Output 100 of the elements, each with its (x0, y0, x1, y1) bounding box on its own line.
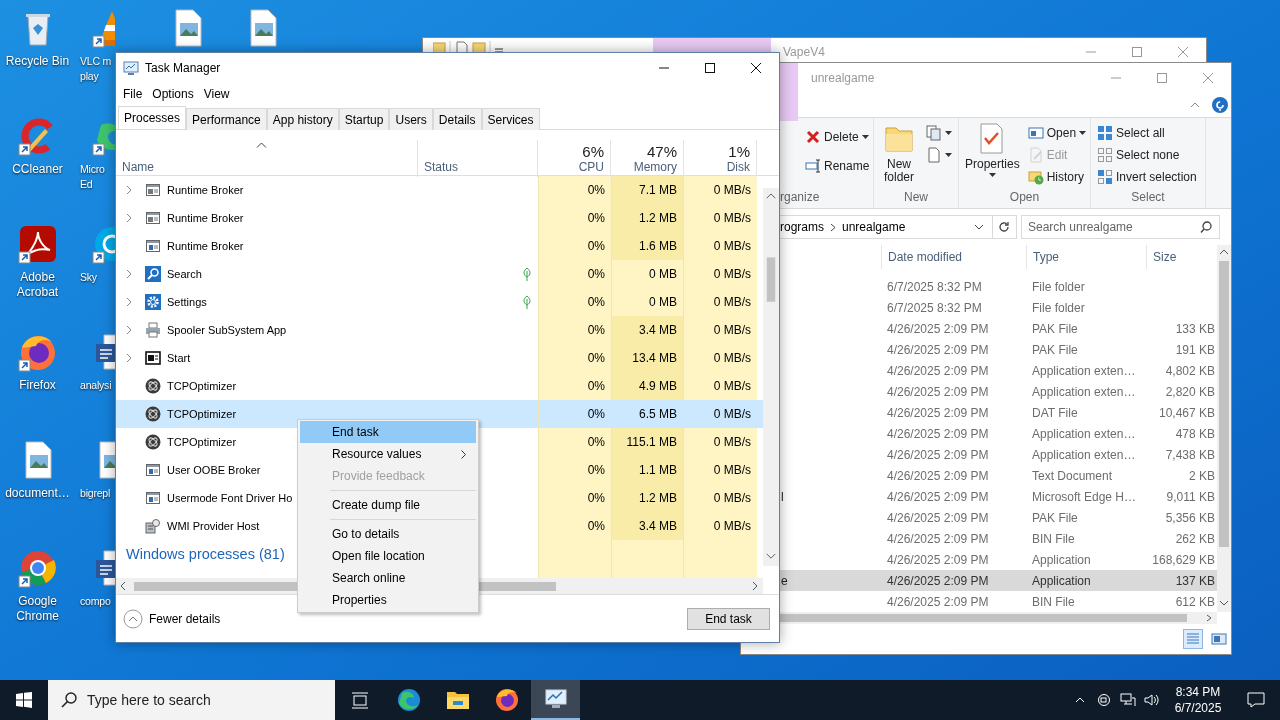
ribbon-button[interactable]: Properties (963, 122, 1022, 179)
table-cell: 0% (538, 260, 611, 288)
table-cell-text: Application (1031, 573, 1092, 588)
end-task-button[interactable]: End task (687, 607, 770, 630)
table-cell-text: Microsoft Edge H… (1031, 489, 1138, 504)
file-row[interactable]: 6/7/2025 8:32 PM File folder (780, 297, 1217, 318)
table-cell-text: 4/26/2025 2:09 PM (886, 573, 990, 588)
tab[interactable]: Performance (186, 108, 267, 130)
window-title: unrealgame (811, 71, 875, 85)
file-row[interactable]: 4/26/2025 2:09 PM BIN File 612 KB (780, 591, 1217, 612)
menu-item[interactable]: Open file location (300, 545, 476, 567)
column-header[interactable]: Name (122, 160, 411, 174)
table-cell: 0 MB/s (684, 176, 757, 204)
usage-percent: 47% (646, 143, 677, 160)
column-header[interactable]: Date modified (881, 245, 1026, 269)
fewer-details-link[interactable]: Fewer details (123, 608, 221, 629)
table-cell: 0% (538, 344, 611, 372)
table-cell: 0% (538, 204, 611, 232)
file-row[interactable]: 4/26/2025 2:09 PM Application exten… 7,438 KB (780, 444, 1217, 465)
table-cell: 0% (538, 176, 611, 204)
ribbon-button[interactable]: Open (1025, 122, 1089, 144)
menu-item[interactable]: Search online (300, 567, 476, 589)
table-cell: 0% (538, 232, 611, 260)
table-cell-text: 4/26/2025 2:09 PM (886, 384, 990, 399)
table-cell: 0 MB/s (684, 456, 757, 484)
file-row[interactable]: 4/26/2025 2:09 PM DAT File 10,467 KB (780, 402, 1217, 423)
table-cell: 133 KB (1175, 321, 1215, 336)
table-cell: 0 MB/s (684, 232, 757, 260)
file-row[interactable]: 4/26/2025 2:09 PM PAK File 5,356 KB (780, 507, 1217, 528)
file-row[interactable]: e 4/26/2025 2:09 PM Application 137 KB (780, 570, 1217, 591)
memory-cell: 115.1 MB (611, 428, 684, 456)
tab[interactable]: App history (266, 108, 339, 130)
table-cell-text: 4/26/2025 2:09 PM (886, 552, 990, 567)
ribbon-button[interactable]: New folder (878, 122, 920, 186)
table-cell: 478 KB (1175, 426, 1215, 441)
menu-item[interactable]: End task (300, 421, 476, 443)
menu-item[interactable]: Resource values (300, 443, 476, 465)
search-field[interactable]: Search unrealgame (1021, 215, 1220, 239)
column-header[interactable]: Status (424, 160, 531, 174)
memory-cell: 7.1 MB (611, 176, 684, 204)
file-row[interactable]: 4/26/2025 2:09 PM Application exten… 4,802 KB (780, 360, 1217, 381)
ribbon-button[interactable]: Select all (1095, 122, 1199, 144)
memory-cell: 1.1 MB (611, 456, 684, 484)
table-cell: 0% (538, 428, 611, 456)
table-cell-text: Application exten… (1031, 384, 1137, 399)
file-row[interactable]: 4/26/2025 2:09 PM PAK File 133 KB (780, 318, 1217, 339)
file-row[interactable]: 4/26/2025 2:09 PM Application exten… 478 KB (780, 423, 1217, 444)
tab[interactable]: Processes (118, 106, 187, 129)
table-cell-text: PAK File (1031, 342, 1079, 357)
file-name: e (781, 573, 788, 588)
tab[interactable]: Startup (338, 108, 390, 130)
table-cell: 0% (538, 456, 611, 484)
process-row[interactable]: TCPOptimizer 0% 6.5 MB 0 MB/s (116, 400, 763, 428)
group-header[interactable]: Windows processes (81) (126, 546, 285, 562)
ribbon-button[interactable]: History (1025, 166, 1089, 188)
table-cell: 0% (538, 316, 611, 344)
tab[interactable]: Services (481, 108, 540, 130)
process-name: Runtime Broker (167, 184, 244, 196)
clock[interactable]: 8:34 PM 6/7/2025 (1164, 684, 1232, 716)
file-row[interactable]: 4/26/2025 2:09 PM PAK File 191 KB (780, 339, 1217, 360)
file-row[interactable]: 4/26/2025 2:09 PM BIN File 262 KB (780, 528, 1217, 549)
table-cell-text: PAK File (1031, 321, 1079, 336)
memory-cell: 1.6 MB (611, 232, 684, 260)
column-header[interactable]: CPU (578, 160, 604, 174)
breadcrumb[interactable]: unrealgame (842, 220, 906, 234)
column-header[interactable]: Memory (633, 160, 677, 174)
menu-item[interactable]: Properties (300, 589, 476, 611)
breadcrumb[interactable]: rograms (780, 220, 824, 234)
menu-item[interactable]: File (118, 87, 148, 101)
ribbon-group-label: Select (1130, 189, 1166, 206)
ribbon-button[interactable]: Rename (803, 151, 872, 180)
process-name: TCPOptimizer (167, 408, 237, 420)
table-cell-text: Application exten… (1031, 447, 1137, 462)
table-cell: 2,820 KB (1165, 384, 1215, 399)
file-row[interactable]: l 4/26/2025 2:09 PM Microsoft Edge H… 9,011 KB (780, 486, 1217, 507)
table-cell: 4,802 KB (1165, 363, 1215, 378)
process-name: Runtime Broker (167, 240, 244, 252)
tab[interactable]: Users (389, 108, 433, 130)
ribbon-button[interactable]: Invert selection (1095, 166, 1199, 188)
menu-item[interactable]: Go to details (300, 523, 476, 545)
file-row[interactable]: 6/7/2025 8:32 PM File folder (780, 276, 1217, 297)
file-row[interactable]: 4/26/2025 2:09 PM Application 168,629 KB (780, 549, 1217, 570)
ribbon-button[interactable]: Delete (803, 122, 872, 151)
menu-item[interactable]: View (198, 87, 235, 101)
file-row[interactable]: 4/26/2025 2:09 PM Text Document 2 KB (780, 465, 1217, 486)
tab[interactable]: Details (432, 108, 482, 130)
search-field[interactable]: Type here to search (48, 680, 335, 720)
table-cell-text: Text Document (1031, 468, 1114, 483)
column-header[interactable]: Type (1026, 245, 1146, 269)
file-row[interactable]: 4/26/2025 2:09 PM Application exten… 2,820 KB (780, 381, 1217, 402)
column-header[interactable]: Disk (726, 160, 750, 174)
ribbon-button[interactable]: Select none (1095, 144, 1199, 166)
menu-item[interactable]: Options (147, 87, 199, 101)
menu-item[interactable]: Create dump file (300, 494, 476, 516)
table-cell: 0 MB/s (684, 372, 757, 400)
table-cell-text: 4/26/2025 2:09 PM (886, 510, 990, 525)
table-cell: 0 MB/s (684, 316, 757, 344)
clock-time: 8:34 PM (1175, 684, 1221, 700)
memory-cell: 4.9 MB (611, 372, 684, 400)
process-name: TCPOptimizer (167, 380, 237, 392)
